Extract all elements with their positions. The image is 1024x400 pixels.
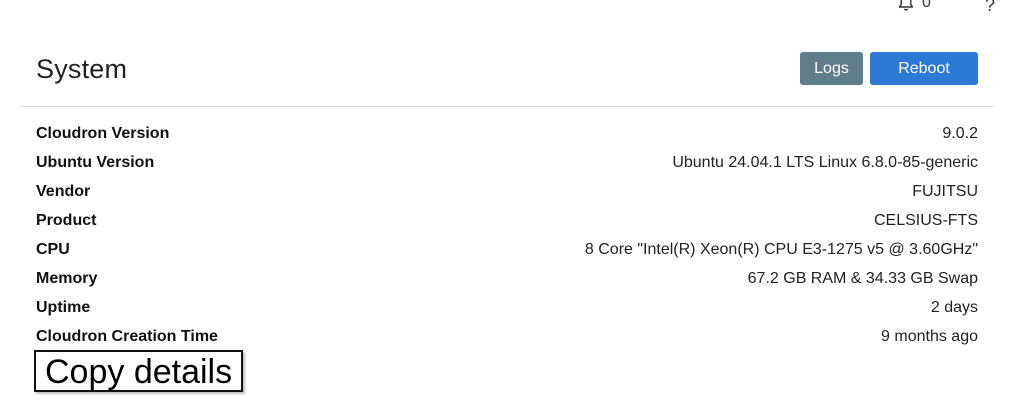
info-row-cloudron-version: Cloudron Version 9.0.2: [36, 119, 978, 148]
bell-icon: [898, 0, 914, 12]
top-bar: 0 ?: [0, 0, 1024, 18]
info-row-creation-time: Cloudron Creation Time 9 months ago: [36, 322, 978, 351]
info-label: Uptime: [36, 298, 91, 316]
system-info-table: Cloudron Version 9.0.2 Ubuntu Version Ub…: [36, 119, 978, 351]
info-value: FUJITSU: [912, 182, 978, 200]
page-header: System Logs Reboot: [20, 44, 994, 107]
info-row-product: Product CELSIUS-FTS: [36, 206, 978, 235]
info-label: Cloudron Creation Time: [36, 327, 218, 345]
system-page: 0 ? System Logs Reboot Cloudron Version …: [0, 0, 1024, 400]
info-label: CPU: [36, 240, 70, 258]
info-row-memory: Memory 67.2 GB RAM & 34.33 GB Swap: [36, 264, 978, 293]
info-value: 67.2 GB RAM & 34.33 GB Swap: [747, 269, 978, 287]
info-row-ubuntu-version: Ubuntu Version Ubuntu 24.04.1 LTS Linux …: [36, 148, 978, 177]
info-row-vendor: Vendor FUJITSU: [36, 177, 978, 206]
notifications-button[interactable]: 0: [898, 0, 931, 12]
help-icon[interactable]: ?: [985, 0, 995, 16]
info-value: Ubuntu 24.04.1 LTS Linux 6.8.0-85-generi…: [672, 153, 978, 171]
info-row-uptime: Uptime 2 days: [36, 293, 978, 322]
page-title: System: [36, 54, 128, 84]
info-label: Cloudron Version: [36, 124, 170, 142]
reboot-button[interactable]: Reboot: [870, 52, 978, 85]
info-value: CELSIUS-FTS: [873, 211, 978, 229]
info-label: Memory: [36, 269, 98, 287]
info-row-cpu: CPU 8 Core "Intel(R) Xeon(R) CPU E3-1275…: [36, 235, 978, 264]
notification-count: 0: [922, 0, 931, 11]
info-value: 9.0.2: [942, 124, 978, 142]
copy-details-button[interactable]: Copy details: [34, 350, 244, 392]
info-label: Product: [36, 211, 97, 229]
info-value: 2 days: [930, 298, 978, 316]
info-label: Ubuntu Version: [36, 153, 155, 171]
logs-button[interactable]: Logs: [800, 52, 863, 85]
info-label: Vendor: [36, 182, 91, 200]
info-value: 9 months ago: [881, 327, 978, 345]
info-value: 8 Core "Intel(R) Xeon(R) CPU E3-1275 v5 …: [584, 240, 978, 258]
